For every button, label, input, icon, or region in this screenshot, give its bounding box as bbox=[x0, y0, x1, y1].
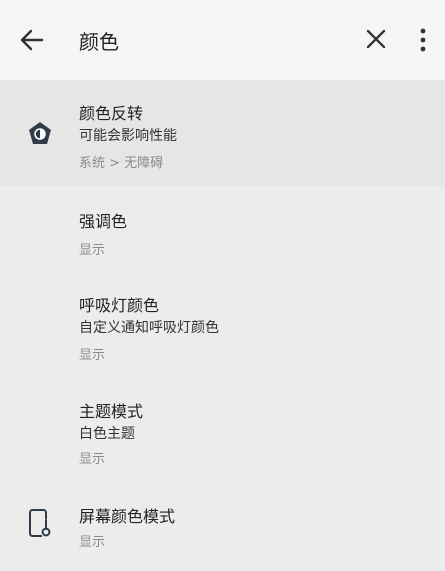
setting-summary: 显示 bbox=[79, 243, 106, 258]
setting-summary: 白色主题 bbox=[79, 426, 135, 442]
setting-title: 呼吸灯颜色 bbox=[79, 296, 160, 315]
setting-accent-color[interactable]: 强调色 显示 bbox=[0, 186, 445, 271]
back-button[interactable] bbox=[14, 22, 50, 58]
close-button[interactable] bbox=[361, 24, 391, 54]
more-options-button[interactable] bbox=[409, 22, 437, 58]
close-icon bbox=[366, 29, 386, 49]
setting-title: 颜色反转 bbox=[79, 104, 144, 123]
setting-summary: 可能会影响性能 bbox=[79, 128, 177, 144]
phone-thermometer-icon bbox=[24, 507, 56, 539]
setting-notification-light-color[interactable]: 呼吸灯颜色 自定义通知呼吸灯颜色 显示 bbox=[0, 271, 445, 376]
setting-title: 强调色 bbox=[79, 212, 128, 231]
more-vert-icon bbox=[420, 28, 426, 52]
setting-title: 屏幕颜色模式 bbox=[79, 507, 176, 526]
setting-summary: 自定义通知呼吸灯颜色 bbox=[79, 320, 219, 336]
app-bar: 颜色 bbox=[0, 0, 445, 81]
color-invert-icon bbox=[24, 118, 56, 150]
setting-path: 显示 bbox=[79, 452, 106, 467]
setting-path: 系统 > 无障碍 bbox=[79, 156, 164, 171]
setting-screen-color-mode[interactable]: 屏幕颜色模式 显示 bbox=[0, 483, 445, 571]
setting-title: 主题模式 bbox=[79, 402, 144, 421]
setting-theme-mode[interactable]: 主题模式 白色主题 显示 bbox=[0, 376, 445, 483]
page-title: 颜色 bbox=[79, 30, 119, 54]
arrow-back-icon bbox=[20, 29, 44, 51]
setting-summary: 显示 bbox=[79, 535, 106, 550]
setting-path: 显示 bbox=[79, 348, 106, 363]
setting-color-inversion[interactable]: 颜色反转 可能会影响性能 系统 > 无障碍 bbox=[0, 81, 445, 186]
